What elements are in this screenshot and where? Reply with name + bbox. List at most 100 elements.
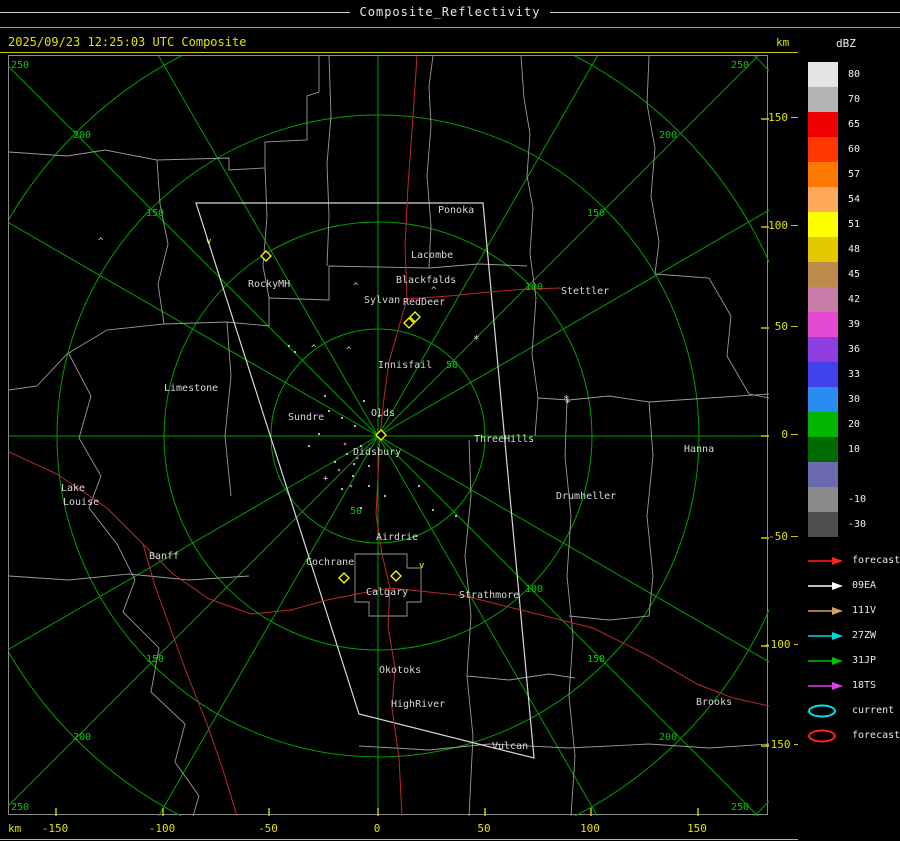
storm-cell-diamond-marker (390, 570, 402, 582)
legend-arrow-icon (808, 631, 843, 640)
echo-dot (293, 350, 297, 354)
ring-distance-label: 100 (525, 282, 543, 293)
right-axis-tick-label: -100 (764, 638, 798, 651)
county-boundary-line (9, 159, 169, 391)
colorbar-row: 45 (808, 262, 866, 287)
city-label: Lake (61, 483, 85, 494)
echo-dot (367, 464, 371, 468)
bottom-axis-tick-label: -100 (148, 822, 176, 835)
legend-ellipse-icon (808, 704, 836, 717)
city-label: Stettler (561, 286, 609, 297)
colorbar-swatch (808, 412, 838, 437)
right-axis-tick-label: -50 (764, 530, 798, 543)
colorbar-row: 80 (808, 62, 866, 87)
echo-dot (367, 484, 371, 488)
plus-marker: + (323, 474, 329, 484)
colorbar-swatch (808, 112, 838, 137)
ring-distance-label: 250 (731, 60, 749, 71)
storm-arrow-marker: v (419, 561, 424, 571)
echo-dot (287, 344, 291, 348)
colorbar-swatch (808, 437, 838, 462)
colorbar-row: 42 (808, 287, 866, 312)
echo-dot (383, 494, 387, 498)
colorbar-swatch (808, 337, 838, 362)
county-boundary-line (426, 56, 434, 269)
legend-label: 09EA (852, 580, 877, 591)
ring-distance-label: 150 (146, 654, 164, 665)
axis-value: 0 (781, 428, 788, 441)
colorbar-swatch (808, 387, 838, 412)
city-label: Didsbury (353, 447, 401, 458)
echo-dot (352, 462, 356, 466)
asterisk-marker: * (473, 333, 480, 346)
city-label: Limestone (164, 383, 218, 394)
caret-marker: ^ (431, 286, 437, 296)
echo-dot (323, 394, 327, 398)
axis-tick-dash (791, 326, 798, 327)
title-separator (0, 27, 900, 28)
window-title-bar: Composite_Reflectivity (0, 5, 900, 19)
ring-distance-label: 150 (587, 654, 605, 665)
bottom-axis-tick-label: 150 (687, 822, 707, 835)
colorbar-row: 51 (808, 212, 866, 237)
colorbar-value: 80 (848, 69, 861, 80)
echo-dot (362, 399, 366, 403)
colorbar-swatch (808, 287, 838, 312)
city-label: Airdrie (376, 532, 418, 543)
colorbar-value: 54 (848, 194, 861, 205)
axis-value: -150 (764, 738, 791, 751)
city-label: Calgary (366, 587, 408, 598)
city-label: Hanna (684, 444, 714, 455)
echo-dot (340, 416, 344, 420)
colorbar-value: 42 (848, 294, 861, 305)
legend-ellipse-icon (808, 729, 836, 742)
city-label: Innisfail (378, 360, 432, 371)
colorbar-row: 20 (808, 412, 866, 437)
bottom-axis-tick-label: 50 (477, 822, 491, 835)
bottom-axis-rule (0, 839, 798, 840)
colorbar-value: -10 (848, 494, 867, 505)
colorbar-value: 45 (848, 269, 861, 280)
colorbar-swatch (808, 262, 838, 287)
county-boundary-line (537, 393, 769, 403)
county-boundary-line (520, 56, 539, 437)
colorbar-value: 20 (848, 419, 861, 430)
city-label: Banff (149, 551, 179, 562)
colorbar-value: 30 (848, 394, 861, 405)
radar-sector-outline (195, 202, 535, 759)
legend-item: current (806, 698, 900, 723)
county-boundary-line (326, 56, 332, 267)
axis-unit-top: km (776, 36, 790, 49)
echo-dot (345, 452, 349, 456)
colorbar-row: -10 (808, 487, 866, 512)
echo-dot (327, 409, 331, 413)
colorbar-value: 57 (848, 169, 861, 180)
axis-unit-bottom: km (8, 822, 22, 835)
city-label: Sylvan (364, 295, 400, 306)
colorbar-row: 33 (808, 362, 866, 387)
colorbar-value: -30 (848, 519, 867, 530)
legend-label: forecast (852, 730, 900, 741)
right-axis-tick-label: 150 (764, 111, 798, 124)
colorbar-row: 10 (808, 437, 866, 462)
colorbar-row: 48 (808, 237, 866, 262)
colorbar-row: 65 (808, 112, 866, 137)
colorbar-value: 70 (848, 94, 861, 105)
county-boundary-line (68, 353, 200, 816)
colorbar-row: 30 (808, 387, 866, 412)
ring-distance-label: 250 (11, 802, 29, 813)
legend-item: forecast (806, 723, 900, 748)
colorbar-row: 39 (808, 312, 866, 337)
storm-cell-diamond-marker (338, 572, 350, 584)
legend-item: forecast (806, 548, 900, 573)
county-boundary-line (354, 553, 422, 617)
colorbar-row: 70 (808, 87, 866, 112)
legend-item: 09EA (806, 573, 900, 598)
echo-dot (340, 487, 344, 491)
county-boundary-line (654, 273, 769, 399)
legend-label: 31JP (852, 655, 877, 666)
page-title: Composite_Reflectivity (359, 5, 541, 19)
echo-dot (417, 484, 421, 488)
top-axis-rule (0, 52, 798, 53)
right-axis-tick-label: 50 (764, 320, 798, 333)
